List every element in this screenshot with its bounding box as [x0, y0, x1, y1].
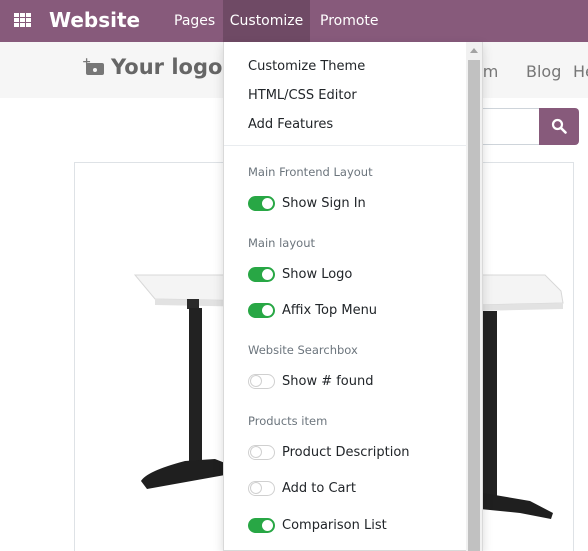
toggle-add-to-cart[interactable] [248, 481, 275, 496]
option-add-to-cart[interactable]: Add to Cart [282, 481, 356, 496]
section-header-website-searchbox: Website Searchbox [248, 343, 358, 357]
menu-promote[interactable]: Promote [310, 0, 389, 42]
logo-text: Your logo [111, 55, 223, 79]
menu-pages[interactable]: Pages [164, 0, 225, 42]
option-show-sign-in[interactable]: Show Sign In [282, 196, 366, 211]
section-header-main-layout: Main layout [248, 236, 315, 250]
add-image-icon: + [82, 56, 104, 75]
option-comparison-list[interactable]: Comparison List [282, 518, 387, 533]
toggle-show-logo[interactable] [248, 267, 275, 282]
nav-link-blog[interactable]: Blog [526, 62, 561, 81]
scrollbar-thumb[interactable] [468, 60, 480, 551]
nav-link-help[interactable]: He [573, 62, 588, 81]
dropdown-scrollbar[interactable] [466, 42, 482, 551]
search-button[interactable] [539, 108, 579, 145]
toggle-affix-top-menu[interactable] [248, 303, 275, 318]
top-bar: Website Pages Customize Promote [0, 0, 588, 42]
option-product-description[interactable]: Product Description [282, 445, 410, 460]
app-title: Website [49, 8, 141, 32]
toggle-comparison-list[interactable] [248, 518, 275, 533]
option-affix-top-menu[interactable]: Affix Top Menu [282, 303, 377, 318]
search-icon [551, 118, 567, 134]
customize-dropdown: Customize Theme HTML/CSS Editor Add Feat… [223, 42, 483, 551]
toggle-show-sign-in[interactable] [248, 196, 275, 211]
menu-customize[interactable]: Customize [223, 0, 310, 42]
toggle-show-found[interactable] [248, 374, 275, 389]
scroll-up-arrow-icon[interactable] [470, 48, 478, 53]
menu-item-html-css-editor[interactable]: HTML/CSS Editor [248, 88, 357, 103]
section-header-main-frontend-layout: Main Frontend Layout [248, 165, 373, 179]
menu-divider [224, 145, 467, 146]
option-show-found[interactable]: Show # found [282, 374, 374, 389]
option-show-logo[interactable]: Show Logo [282, 267, 352, 282]
menu-item-add-features[interactable]: Add Features [248, 117, 333, 132]
site-logo[interactable]: + Your logo [82, 55, 223, 79]
menu-item-customize-theme[interactable]: Customize Theme [248, 59, 365, 74]
toggle-product-description[interactable] [248, 445, 275, 460]
apps-grid-icon[interactable] [14, 13, 31, 28]
section-header-products-item: Products item [248, 414, 328, 428]
